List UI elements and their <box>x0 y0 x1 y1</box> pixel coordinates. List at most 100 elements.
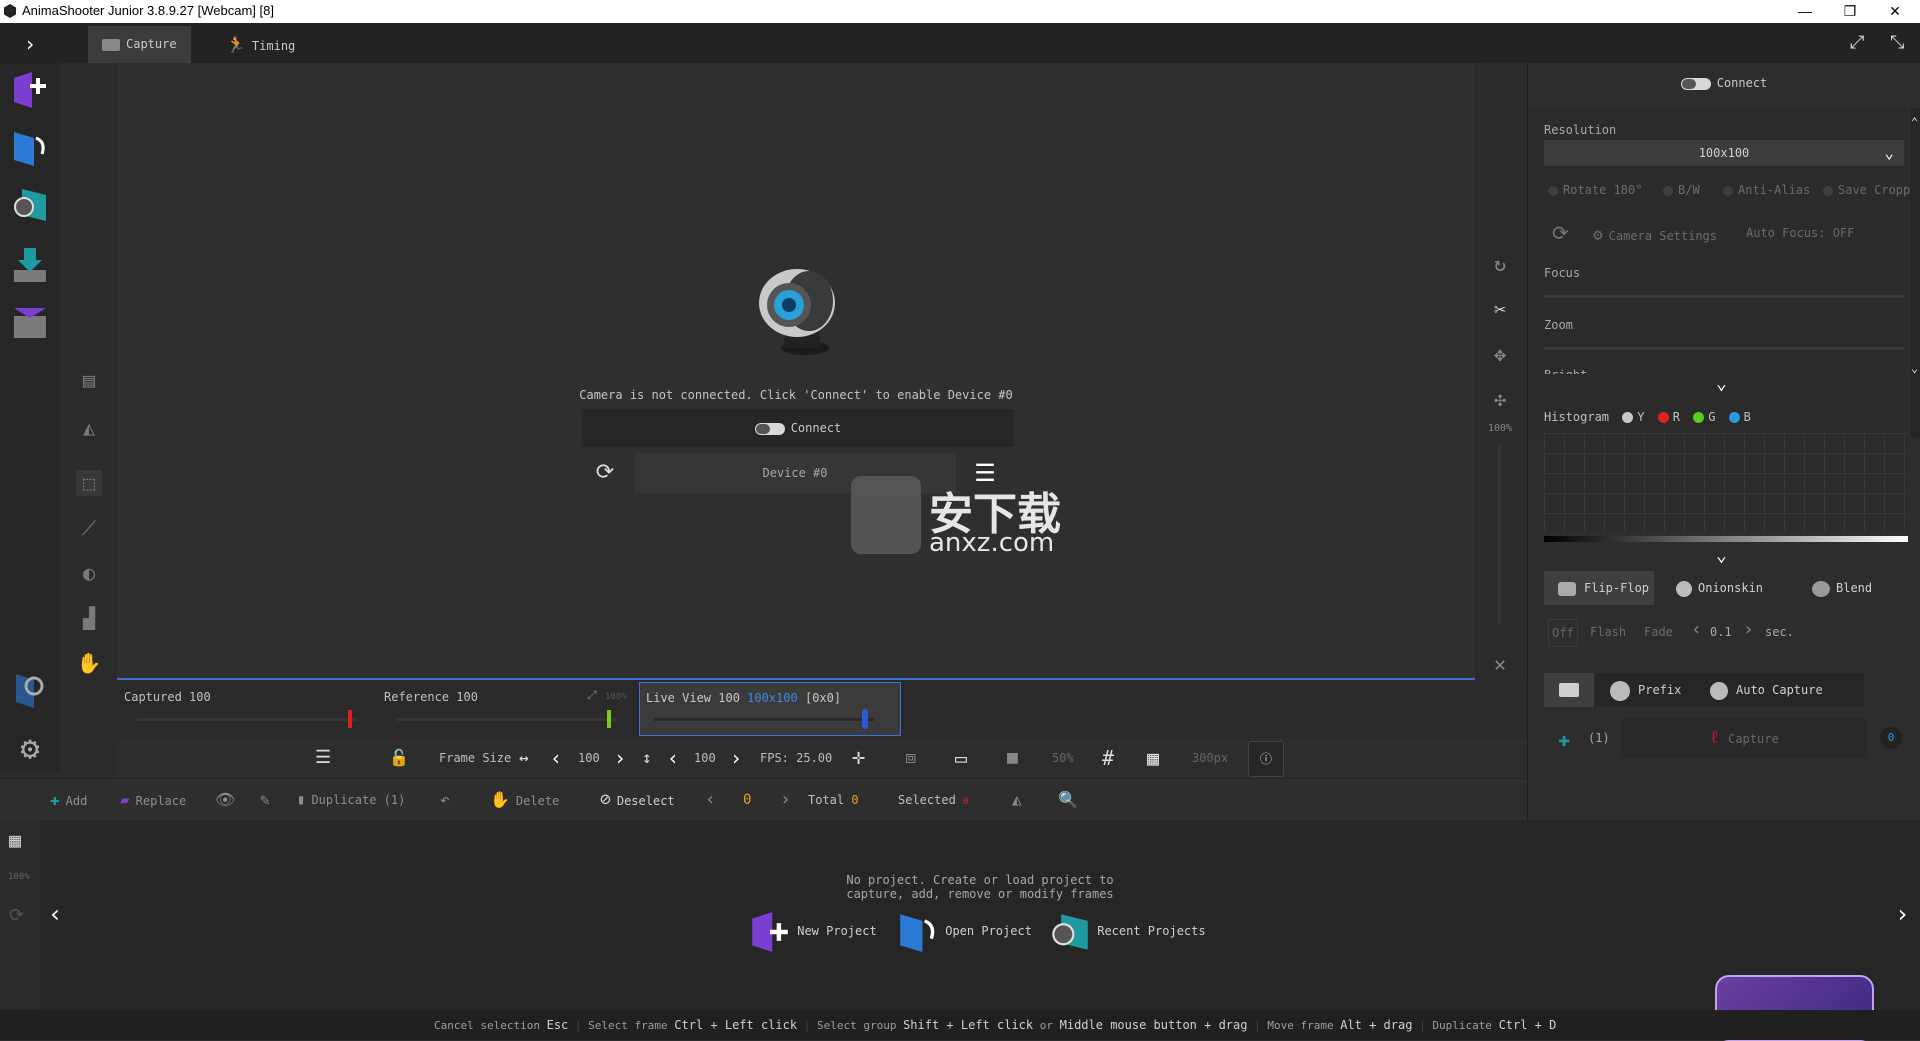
hash-grid-icon[interactable]: # <box>1102 738 1114 778</box>
channel-r-dot[interactable] <box>1657 412 1669 423</box>
refresh-devices-icon[interactable]: ⟳ <box>592 460 618 486</box>
contrast-icon[interactable]: ◐ <box>76 560 102 586</box>
recent-projects-icon[interactable] <box>12 185 48 225</box>
delete-button[interactable]: ✋ Delete <box>490 779 559 821</box>
zoom-setting-slider[interactable] <box>1544 347 1904 350</box>
capture-camera-toggle[interactable] <box>1544 673 1594 707</box>
channel-g-dot[interactable] <box>1693 412 1705 423</box>
deselect-button[interactable]: ⊘ Deselect <box>600 779 675 821</box>
frame-height-value[interactable]: 100 <box>694 738 716 778</box>
rotate-option[interactable]: Rotate 180° <box>1548 183 1642 197</box>
liveview-panel[interactable]: Live View 100 100x100 [0x0] <box>639 682 901 736</box>
open-project-icon[interactable] <box>12 128 48 168</box>
reference-slider-handle[interactable] <box>607 710 611 728</box>
unlock-icon[interactable]: 🔓 <box>389 738 409 778</box>
rotate-icon[interactable]: ↻ <box>1486 250 1514 278</box>
settings-gear-icon[interactable]: ⚙ <box>12 730 48 766</box>
eye-icon[interactable]: 👁 <box>215 779 235 821</box>
move-icon[interactable]: ✥ <box>1486 340 1514 368</box>
next-frame-icon[interactable]: › <box>780 779 791 821</box>
frame-width-value[interactable]: 100 <box>578 738 600 778</box>
expand-histogram-icon[interactable]: ⌄ <box>1716 545 1727 566</box>
timeline-prev-icon[interactable]: ‹ <box>48 900 62 928</box>
close-button[interactable]: ✕ <box>1875 0 1915 23</box>
blend-tab[interactable]: Blend <box>1808 571 1908 605</box>
width-decrement-icon[interactable]: ‹ <box>550 738 562 778</box>
save-crop-option[interactable]: Save Cropp <box>1823 183 1910 197</box>
width-increment-icon[interactable]: › <box>614 738 626 778</box>
liveview-slider[interactable] <box>654 718 874 721</box>
fullscreen-icon[interactable]: ⤢ <box>1850 32 1864 53</box>
info-icon[interactable]: ⓘ <box>1248 741 1284 777</box>
height-increment-icon[interactable]: › <box>730 738 742 778</box>
flipflop-tab[interactable]: Flip-Flop <box>1544 571 1654 605</box>
antialias-option[interactable]: Anti-Alias <box>1723 183 1810 197</box>
prefix-toggle[interactable]: Prefix <box>1610 673 1681 707</box>
search-icon[interactable]: 🔍 <box>1058 779 1078 821</box>
liveview-slider-handle[interactable] <box>862 709 868 729</box>
timeline-next-icon[interactable]: › <box>1895 900 1909 928</box>
tab-capture[interactable]: Capture <box>88 26 191 63</box>
add-capture-icon[interactable]: ✚ <box>1558 727 1570 751</box>
histogram-tool-icon[interactable]: ◭ <box>76 415 102 441</box>
capture-button[interactable]: ℓ Capture <box>1621 718 1867 758</box>
mirror-icon[interactable]: ◭ <box>1012 779 1022 821</box>
zoom-slider[interactable] <box>1498 445 1501 625</box>
new-project-icon[interactable] <box>12 70 48 110</box>
grid-icon[interactable]: ▦ <box>1147 738 1159 778</box>
channel-y-dot[interactable] <box>1622 412 1634 423</box>
open-project-button[interactable]: Open Project <box>898 908 1032 954</box>
onionskin-tab[interactable]: Onionskin <box>1668 571 1778 605</box>
auto-capture-toggle[interactable]: Auto Capture <box>1710 673 1823 707</box>
export-icon[interactable] <box>12 302 48 342</box>
scissors-icon[interactable]: ✂ <box>1486 295 1514 323</box>
auto-focus-toggle[interactable]: Auto Focus: OFF <box>1746 226 1854 240</box>
close-viewport-icon[interactable]: ✕ <box>1486 650 1514 678</box>
crop-icon[interactable]: ⬚ <box>76 470 102 496</box>
grid-view-icon[interactable]: ▦ <box>9 828 21 852</box>
project-search-icon[interactable] <box>12 670 48 710</box>
zoom-move-icon[interactable]: ✣ <box>1486 385 1514 413</box>
flip-flash-option[interactable]: Flash <box>1590 625 1626 639</box>
flip-fade-option[interactable]: Fade <box>1644 625 1673 639</box>
increment-icon[interactable]: › <box>1743 619 1754 640</box>
replace-frame-button[interactable]: ▰ Replace <box>120 779 186 821</box>
tab-timing[interactable]: 🏃 Timing <box>212 26 309 63</box>
expand-settings-icon[interactable]: ⌄ <box>1716 373 1727 394</box>
chevron-right-icon[interactable]: › <box>24 32 36 56</box>
captured-slider[interactable] <box>137 718 357 721</box>
minimize-button[interactable]: — <box>1785 0 1825 23</box>
frame-index[interactable]: 0 <box>743 779 751 821</box>
viewport-connect-button[interactable]: Connect <box>582 409 1014 447</box>
focus-slider[interactable] <box>1544 295 1904 298</box>
bw-option[interactable]: B/W <box>1663 183 1700 197</box>
fit-frame-icon[interactable]: ⧈ <box>905 738 916 778</box>
decrement-icon[interactable]: ‹ <box>1691 619 1702 640</box>
sliders-icon[interactable]: ☰ <box>315 738 331 778</box>
flip-off-button[interactable]: Off <box>1548 619 1578 647</box>
fps-value[interactable]: FPS: 25.00 <box>760 738 832 778</box>
scroll-up-icon[interactable]: ⌃ <box>1911 115 1918 129</box>
hand-icon[interactable]: ✋ <box>76 650 102 676</box>
reference-slider[interactable] <box>397 718 617 721</box>
reset-camera-icon[interactable]: ⟳ <box>1552 221 1569 245</box>
import-icon[interactable] <box>12 244 48 284</box>
frame-border-icon[interactable]: ▭ <box>955 738 967 778</box>
connect-button[interactable]: Connect <box>1528 63 1920 103</box>
captured-slider-handle[interactable] <box>348 710 352 728</box>
recent-projects-button[interactable]: Recent Projects <box>1050 908 1206 954</box>
crosshair-icon[interactable]: ✛ <box>852 738 865 778</box>
duplicate-button[interactable]: ▮ Duplicate (1) <box>297 779 405 821</box>
add-frame-button[interactable]: ✚ Add <box>50 779 87 821</box>
resolution-select[interactable]: 100x100 ⌄ <box>1544 140 1904 166</box>
new-project-button[interactable]: New Project <box>750 908 877 954</box>
height-decrement-icon[interactable]: ‹ <box>667 738 679 778</box>
camera-settings-button[interactable]: ⚙ Camera Settings <box>1593 225 1717 244</box>
expand-icon[interactable]: ⤡ <box>1890 32 1904 53</box>
reference-expand-icon[interactable]: ⤢ <box>587 688 597 703</box>
mask-icon[interactable]: ■ <box>1007 738 1018 778</box>
brush-icon[interactable]: ⟋ <box>76 515 102 541</box>
undo-icon[interactable]: ↶ <box>440 779 450 821</box>
settings-scrollbar[interactable] <box>1910 108 1920 438</box>
prev-frame-icon[interactable]: ‹ <box>705 779 716 821</box>
